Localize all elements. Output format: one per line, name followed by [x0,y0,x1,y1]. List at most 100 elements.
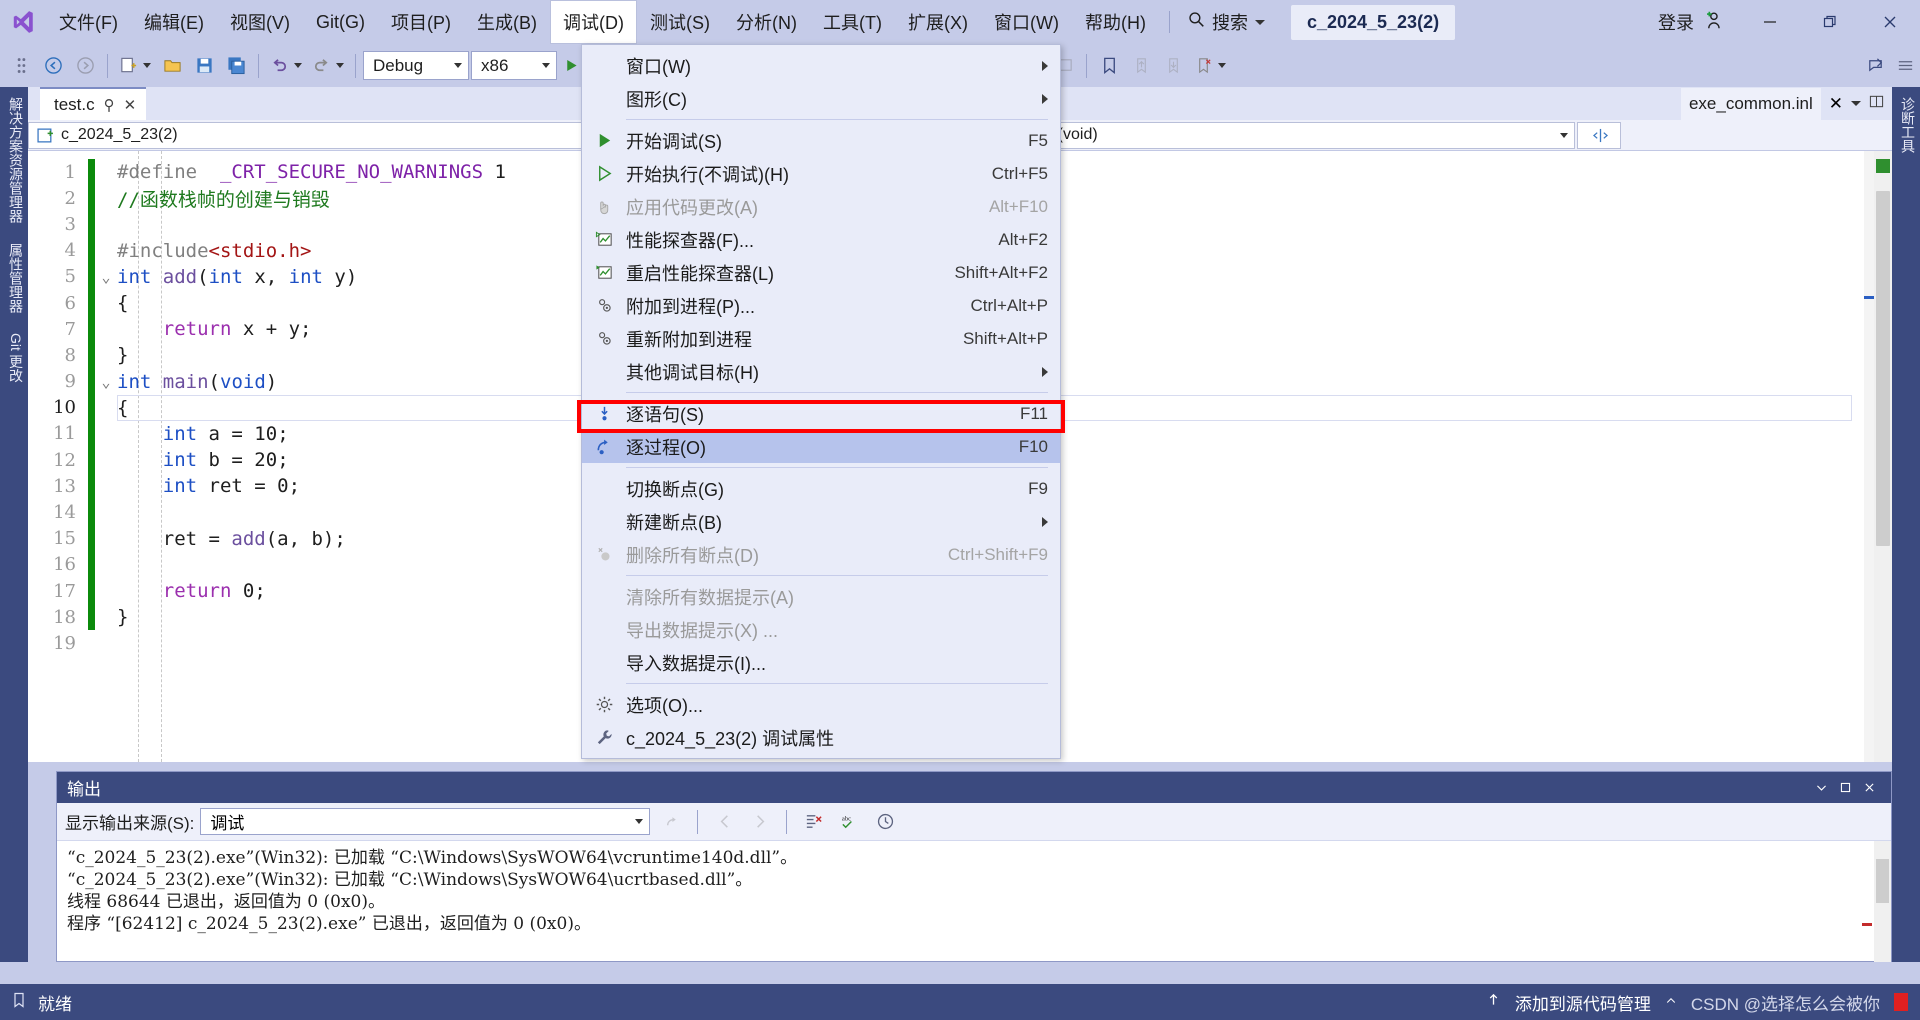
fold-marker-collapse[interactable]: ⌄ [95,268,117,286]
menu-item-new-breakpoint[interactable]: 新建断点(B) [582,505,1060,538]
chevron-down-icon[interactable] [1851,101,1861,106]
output-clear-all-button[interactable] [798,806,828,838]
toolbar-divider [107,53,108,78]
menu-item-start-debugging[interactable]: 开始调试(S) F5 [582,124,1060,157]
solution-configuration-combo[interactable]: Debug [363,51,469,80]
sidebar-item-diagnostic-tools[interactable]: 诊断工具 [1892,87,1920,163]
redo-button[interactable] [308,50,348,82]
change-bar [88,473,95,500]
change-bar [88,289,95,317]
menu-project[interactable]: 项目(P) [378,0,464,44]
clear-bookmarks-button[interactable] [1190,50,1230,82]
close-icon[interactable]: ✕ [124,96,137,114]
menu-item-delete-all-breakpoints[interactable]: 删除所有断点(D) Ctrl+Shift+F9 [582,538,1060,571]
menu-item-step-into[interactable]: 逐语句(S) F11 [582,397,1060,430]
navigate-back-button[interactable] [38,50,68,82]
menu-item-toggle-breakpoint[interactable]: 切换断点(G) F9 [582,472,1060,505]
close-icon[interactable]: ✕ [1829,94,1843,114]
output-vertical-scrollbar[interactable] [1874,841,1891,962]
sign-in-button[interactable]: 登录 [1642,9,1740,36]
navigate-forward-button[interactable] [70,50,100,82]
menu-item-windows[interactable]: 窗口(W) [582,49,1060,82]
window-close-button[interactable] [1860,0,1920,44]
menu-item-apply-code-changes[interactable]: 应用代码更改(A) Alt+F10 [582,190,1060,223]
editor-vertical-scrollbar[interactable] [1874,151,1892,762]
menu-item-other-debug-targets[interactable]: 其他调试目标(H) [582,355,1060,388]
menu-item-performance-profiler[interactable]: 性能探查器(F)... Alt+F2 [582,223,1060,256]
new-item-button[interactable] [115,50,155,82]
menu-item-options[interactable]: 选项(O)... [582,688,1060,721]
output-navigate-to-source-button[interactable] [656,806,686,838]
scrollbar-thumb[interactable] [1876,191,1890,546]
menu-debug[interactable]: 调试(D) [549,0,637,44]
next-bookmark-button[interactable] [1158,50,1188,82]
change-bar [88,394,95,421]
menu-item-step-over[interactable]: 逐过程(O) F10 [582,430,1060,463]
pin-icon[interactable] [1833,776,1857,800]
share-feedback-button[interactable] [1860,50,1890,82]
upload-icon[interactable] [1486,992,1501,1012]
menu-item-reattach-to-process[interactable]: 重新附加到进程 Shift+Alt+P [582,322,1060,355]
menu-item-import-datatips[interactable]: 导入数据提示(I)... [582,646,1060,679]
bookmark-button[interactable] [1094,50,1124,82]
step-over-icon [582,437,626,456]
menu-item-start-without-debugging[interactable]: 开始执行(不调试)(H) Ctrl+F5 [582,157,1060,190]
menu-analyze[interactable]: 分析(N) [723,0,810,44]
previous-bookmark-button[interactable] [1126,50,1156,82]
output-source-combo[interactable]: 调试 [200,808,651,835]
scrollbar-thumb[interactable] [1876,859,1889,903]
notification-badge[interactable] [1894,993,1908,1011]
output-show-timestamps-button[interactable] [870,806,900,838]
output-go-to-previous-button[interactable] [709,806,739,838]
debug-menu-dropdown[interactable]: 窗口(W) 图形(C) 开始调试(S) F5 开始执行(不调试)(H) Ctrl… [581,44,1061,759]
menu-test[interactable]: 测试(S) [637,0,723,44]
menu-tools[interactable]: 工具(T) [810,0,895,44]
menu-item-debug-properties[interactable]: c_2024_5_23(2) 调试属性 [582,721,1060,754]
split-view-icon[interactable] [1869,94,1884,114]
menu-item-restart-performance-profiler[interactable]: 重启性能探查器(L) Shift+Alt+F2 [582,256,1060,289]
window-minimize-button[interactable] [1740,0,1800,44]
svg-text:abc: abc [842,816,851,823]
menu-build[interactable]: 生成(B) [464,0,550,44]
menu-item-clear-all-datatips[interactable]: 清除所有数据提示(A) [582,580,1060,613]
output-toggle-word-wrap-button[interactable]: abc [834,806,864,838]
menu-item-label: 新建断点(B) [626,512,722,533]
toolbar-overflow-button[interactable] [1890,50,1920,82]
solution-platform-combo[interactable]: x86 [471,51,557,80]
save-all-button[interactable] [221,50,251,82]
menu-edit[interactable]: 编辑(E) [131,0,217,44]
menu-item-attach-to-process[interactable]: 附加到进程(P)... Ctrl+Alt+P [582,289,1060,322]
chevron-down-icon[interactable] [1809,776,1833,800]
menu-item-graphics[interactable]: 图形(C) [582,82,1060,115]
drag-handle-icon[interactable] [6,50,36,82]
split-editor-button[interactable] [1577,121,1621,149]
menu-file[interactable]: 文件(F) [46,0,131,44]
output-panel-body[interactable]: “c_2024_5_23(2).exe”(Win32): 已加载 “C:\Win… [57,841,1891,961]
member-scope-combo[interactable]: main(void) [990,121,1575,149]
menu-help[interactable]: 帮助(H) [1072,0,1159,44]
menu-view[interactable]: 视图(V) [217,0,303,44]
output-go-to-next-button[interactable] [745,806,775,838]
window-restore-button[interactable] [1800,0,1860,44]
code-text: int b = 20; [162,449,289,472]
menu-git[interactable]: Git(G) [303,0,378,44]
menu-extensions[interactable]: 扩展(X) [895,0,981,44]
menu-item-label: 删除所有断点(D) [626,545,759,566]
chevron-down-icon [1254,19,1265,25]
line-number: 6 [64,292,76,314]
document-tab-test-c[interactable]: test.c ⚲ ✕ [40,87,147,120]
pin-icon[interactable]: ⚲ [104,96,115,114]
save-button[interactable] [189,50,219,82]
document-tab-exe-common-inl[interactable]: exe_common.inl [1680,87,1821,120]
chevron-up-icon[interactable] [1665,992,1677,1012]
add-to-source-control-label[interactable]: 添加到源代码管理 [1515,990,1651,1015]
code-text: return x + y; [162,318,312,341]
search-box[interactable]: 搜索 [1180,9,1273,35]
undo-button[interactable] [266,50,306,82]
close-icon[interactable] [1857,776,1881,800]
open-file-button[interactable] [157,50,187,82]
fold-marker-collapse[interactable]: ⌄ [95,373,117,391]
gears-icon [582,329,626,348]
menu-window[interactable]: 窗口(W) [981,0,1072,44]
menu-item-export-datatips[interactable]: 导出数据提示(X) ... [582,613,1060,646]
